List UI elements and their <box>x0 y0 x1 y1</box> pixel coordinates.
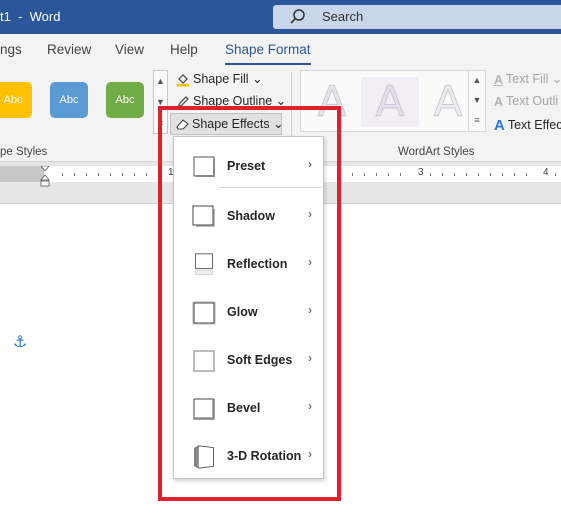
menu-separator <box>218 187 322 188</box>
shape-outline-label: Shape Outline <box>193 94 273 108</box>
text-fill-icon: A <box>494 72 504 87</box>
bevel-icon <box>191 397 217 421</box>
active-tab-underline <box>225 63 311 65</box>
tab-review[interactable]: Review <box>47 42 91 57</box>
chevron-right-icon: › <box>308 399 312 413</box>
ribbon-tabs: ngs Review View Help Shape Format <box>0 34 561 66</box>
3d-rotation-icon <box>191 445 217 469</box>
search-label: Search <box>322 9 364 24</box>
menu-item-soft-edges[interactable]: Soft Edges › <box>174 339 323 379</box>
chevron-right-icon: › <box>308 207 312 221</box>
preset-icon <box>191 155 217 179</box>
scroll-up-icon[interactable]: ▲ <box>469 70 485 90</box>
shape-fill-label: Shape Fill <box>193 72 249 86</box>
scroll-up-icon[interactable]: ▲ <box>154 71 167 92</box>
tab-settings-partial[interactable]: ngs <box>0 42 22 57</box>
menu-item-label: Shadow <box>227 209 275 223</box>
soft-edges-icon <box>191 349 217 373</box>
shape-effects-button[interactable]: Shape Effects ⌄ <box>170 113 284 135</box>
ruler-margin-shade <box>0 166 44 182</box>
more-icon[interactable]: ≡ <box>154 113 167 134</box>
shape-fill-button[interactable]: Shape Fill ⌄ <box>176 71 263 87</box>
eraser-icon <box>176 119 189 130</box>
chevron-right-icon: › <box>308 447 312 461</box>
menu-item-label: Glow <box>227 305 258 319</box>
wordart-style-2[interactable]: A <box>361 77 419 127</box>
window-title: t1 - Word <box>0 9 61 24</box>
text-effects-button[interactable]: A Text Effec <box>494 117 561 134</box>
wordart-styles-group-label: WordArt Styles <box>398 146 475 158</box>
menu-item-label: Bevel <box>227 401 261 415</box>
anchor-icon[interactable]: ⚓ <box>13 332 27 352</box>
text-outline-icon: A <box>494 94 504 109</box>
text-effects-icon: A <box>494 117 505 134</box>
menu-item-label: Soft Edges <box>227 353 293 367</box>
tab-help[interactable]: Help <box>170 42 198 57</box>
text-outline-label: Text Outli <box>506 94 559 108</box>
menu-item-label: Preset <box>227 159 266 173</box>
menu-item-preset[interactable]: Preset › <box>174 145 323 185</box>
text-outline-button[interactable]: A Text Outli <box>494 94 558 109</box>
wordart-style-1[interactable]: A <box>303 77 361 127</box>
ruler-number: 4 <box>543 167 549 178</box>
shape-style-blue[interactable]: Abc <box>50 82 88 118</box>
text-fill-label: Text Fill <box>506 72 549 86</box>
menu-item-bevel[interactable]: Bevel › <box>174 387 323 427</box>
chevron-right-icon: › <box>308 255 312 269</box>
menu-item-glow[interactable]: Glow › <box>174 291 323 331</box>
shape-style-green[interactable]: Abc <box>106 82 144 118</box>
chevron-right-icon: › <box>308 157 312 171</box>
search-box[interactable]: Search <box>273 5 561 29</box>
indent-marker-icon[interactable] <box>40 166 50 188</box>
shape-style-orange[interactable]: Abc <box>0 82 32 118</box>
glow-icon <box>191 301 217 325</box>
chevron-right-icon: › <box>308 303 312 317</box>
wordart-gallery-scroll[interactable]: ▲ ▼ ≡ <box>468 70 485 132</box>
shape-styles-group-label: pe Styles <box>0 146 48 158</box>
shadow-icon <box>191 205 217 229</box>
shape-styles-gallery-scroll[interactable]: ▲ ▼ ≡ <box>153 70 168 134</box>
shape-effects-menu: Preset › Shadow › Reflection › Glow › So… <box>173 136 324 479</box>
tab-view[interactable]: View <box>115 42 144 57</box>
more-icon[interactable]: ≡ <box>469 110 485 130</box>
wordart-gallery[interactable]: A A A <box>300 70 486 132</box>
chevron-right-icon: › <box>308 351 312 365</box>
search-icon <box>290 9 305 24</box>
menu-item-reflection[interactable]: Reflection › <box>174 243 323 283</box>
menu-item-label: Reflection <box>227 257 288 271</box>
text-fill-button[interactable]: A Text Fill ⌄ <box>494 71 561 87</box>
menu-item-shadow[interactable]: Shadow › <box>174 195 323 235</box>
scroll-down-icon[interactable]: ▼ <box>469 90 485 110</box>
menu-item-3d-rotation[interactable]: 3-D Rotation › <box>174 435 323 475</box>
title-bar: t1 - Word Search <box>0 0 561 34</box>
scroll-down-icon[interactable]: ▼ <box>154 92 167 113</box>
text-effects-label: Text Effec <box>507 117 561 132</box>
pen-icon <box>176 95 189 109</box>
ruler-number: 3 <box>418 167 424 178</box>
shape-effects-label: Shape Effects <box>192 117 270 131</box>
shape-outline-button[interactable]: Shape Outline ⌄ <box>176 93 286 109</box>
reflection-icon <box>191 253 217 277</box>
tab-shape-format[interactable]: Shape Format <box>225 42 311 57</box>
menu-item-label: 3-D Rotation <box>227 449 302 463</box>
paint-bucket-icon <box>177 73 189 87</box>
